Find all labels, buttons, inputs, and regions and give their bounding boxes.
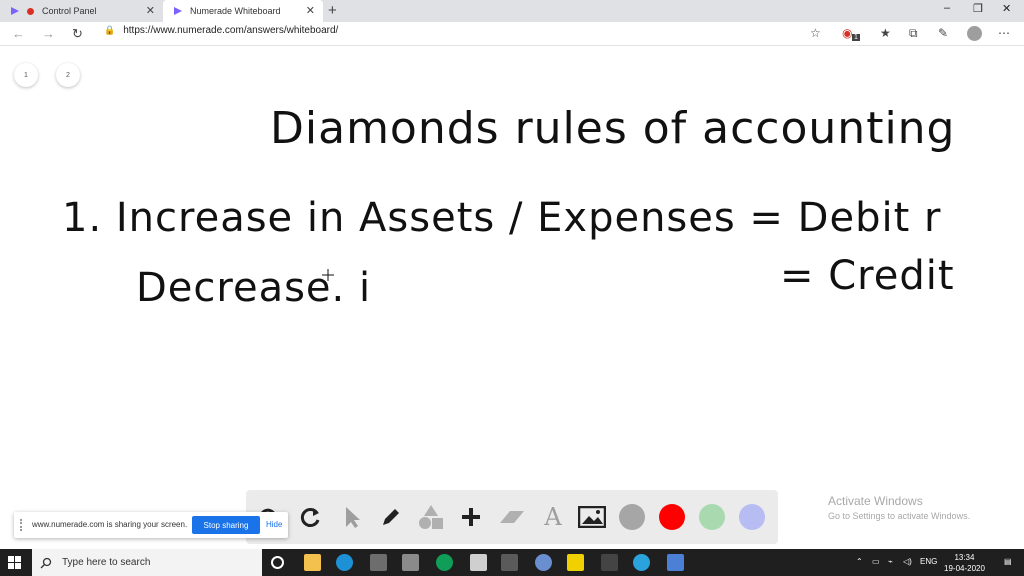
image-icon[interactable]: [577, 502, 607, 532]
edge-browser-icon[interactable]: [336, 554, 353, 571]
language-indicator[interactable]: ENG: [920, 557, 937, 566]
whiteboard-line-2-result: = Credit: [780, 253, 955, 299]
close-window-button[interactable]: ✕: [1002, 2, 1011, 15]
tab-control-panel[interactable]: Control Panel ✕: [0, 0, 163, 22]
chrome-icon[interactable]: [436, 554, 453, 571]
pen-icon[interactable]: [376, 502, 406, 532]
color-swatch-gray[interactable]: [619, 504, 645, 530]
whiteboard-canvas[interactable]: Diamonds rules of accounting 1. Increase…: [0, 47, 1024, 487]
more-menu-icon[interactable]: ⋯: [998, 26, 1010, 40]
app-icon[interactable]: [601, 554, 618, 571]
whiteboard-title: Diamonds rules of accounting: [270, 103, 956, 154]
app-icon[interactable]: [535, 554, 552, 571]
maximize-button[interactable]: ❐: [973, 2, 983, 15]
hide-button[interactable]: Hide: [266, 520, 282, 529]
file-explorer-icon[interactable]: [304, 554, 321, 571]
text-icon[interactable]: A: [538, 502, 568, 532]
windows-taskbar: Type here to search ⌃ ▭ ⌁ ◁) ENG 13:34 1…: [0, 549, 1024, 576]
windows-start-icon[interactable]: [8, 556, 21, 569]
profile-avatar[interactable]: [967, 26, 982, 41]
back-icon[interactable]: ←: [12, 26, 25, 41]
extension-badge: 1: [852, 34, 860, 41]
shapes-icon[interactable]: [416, 502, 446, 532]
favorite-star-icon[interactable]: ☆: [810, 26, 821, 40]
address-bar[interactable]: 🔒 https://www.numerade.com/answers/white…: [104, 25, 338, 36]
minimize-button[interactable]: –: [944, 2, 950, 14]
favorites-icon[interactable]: ★: [880, 26, 891, 40]
redo-icon[interactable]: [296, 502, 326, 532]
plus-icon[interactable]: [456, 502, 486, 532]
search-placeholder: Type here to search: [62, 557, 151, 568]
search-icon: [40, 557, 52, 568]
app-icon[interactable]: [402, 554, 419, 571]
tray-app-icon[interactable]: ▭: [872, 557, 880, 566]
stop-sharing-button[interactable]: Stop sharing: [192, 516, 260, 534]
drawing-toolbar: A: [246, 490, 778, 544]
volume-icon[interactable]: ◁): [903, 557, 912, 566]
system-clock[interactable]: 13:34 19-04-2020: [944, 552, 985, 574]
feedback-icon[interactable]: ✎: [938, 26, 948, 40]
pointer-icon[interactable]: [336, 502, 366, 532]
extension-icon[interactable]: ◉: [842, 26, 852, 40]
crosshair-cursor-icon: [322, 269, 334, 281]
drag-handle-icon[interactable]: [20, 519, 24, 531]
app-icon[interactable]: [501, 554, 518, 571]
app-icon[interactable]: [370, 554, 387, 571]
screen-share-notice: www.numerade.com is sharing your screen.…: [14, 512, 288, 538]
activate-subtitle: Go to Settings to activate Windows.: [828, 511, 971, 521]
network-icon[interactable]: ⌁: [888, 557, 893, 566]
taskbar-search-box[interactable]: Type here to search: [32, 549, 262, 576]
telegram-icon[interactable]: [633, 554, 650, 571]
clock-time: 13:34: [954, 553, 975, 562]
activate-title: Activate Windows: [828, 494, 923, 508]
tab-label: Control Panel: [42, 6, 97, 16]
numerade-favicon-icon: [11, 7, 19, 15]
whiteboard-line-1: 1. Increase in Assets / Expenses = Debit…: [62, 195, 942, 241]
url-text: https://www.numerade.com/answers/whitebo…: [123, 25, 339, 36]
close-tab-icon[interactable]: ✕: [306, 4, 315, 17]
app-icon[interactable]: [667, 554, 684, 571]
forward-icon[interactable]: →: [42, 26, 55, 41]
new-tab-button[interactable]: +: [328, 2, 337, 19]
refresh-icon[interactable]: ↻: [72, 26, 83, 42]
notifications-icon[interactable]: ▤: [1004, 557, 1012, 566]
screen: Control Panel ✕ Numerade Whiteboard ✕ + …: [0, 0, 1024, 576]
tab-label: Numerade Whiteboard: [190, 6, 281, 16]
app-icon[interactable]: [470, 554, 487, 571]
tab-numerade-whiteboard[interactable]: Numerade Whiteboard ✕: [163, 0, 323, 22]
collections-icon[interactable]: ⧉: [909, 26, 918, 41]
color-swatch-green[interactable]: [699, 504, 725, 530]
color-swatch-blue[interactable]: [739, 504, 765, 530]
clock-date: 19-04-2020: [944, 564, 985, 573]
activate-windows-watermark: Activate Windows Go to Settings to activ…: [828, 494, 970, 521]
close-tab-icon[interactable]: ✕: [146, 4, 155, 17]
color-swatch-red[interactable]: [659, 504, 685, 530]
recording-icon: [27, 7, 34, 15]
sticky-notes-icon[interactable]: [567, 554, 584, 571]
whiteboard-line-2: Decrease. i: [136, 265, 372, 311]
eraser-icon[interactable]: [497, 502, 527, 532]
share-message: www.numerade.com is sharing your screen.: [32, 520, 188, 529]
numerade-favicon-icon: [174, 7, 182, 15]
lock-icon: 🔒: [104, 25, 116, 35]
tab-strip: Control Panel ✕ Numerade Whiteboard ✕ + …: [0, 0, 1024, 22]
browser-toolbar: ← → ↻ 🔒 https://www.numerade.com/answers…: [0, 22, 1024, 46]
tray-chevron-icon[interactable]: ⌃: [856, 557, 863, 566]
task-view-icon[interactable]: [271, 556, 284, 569]
